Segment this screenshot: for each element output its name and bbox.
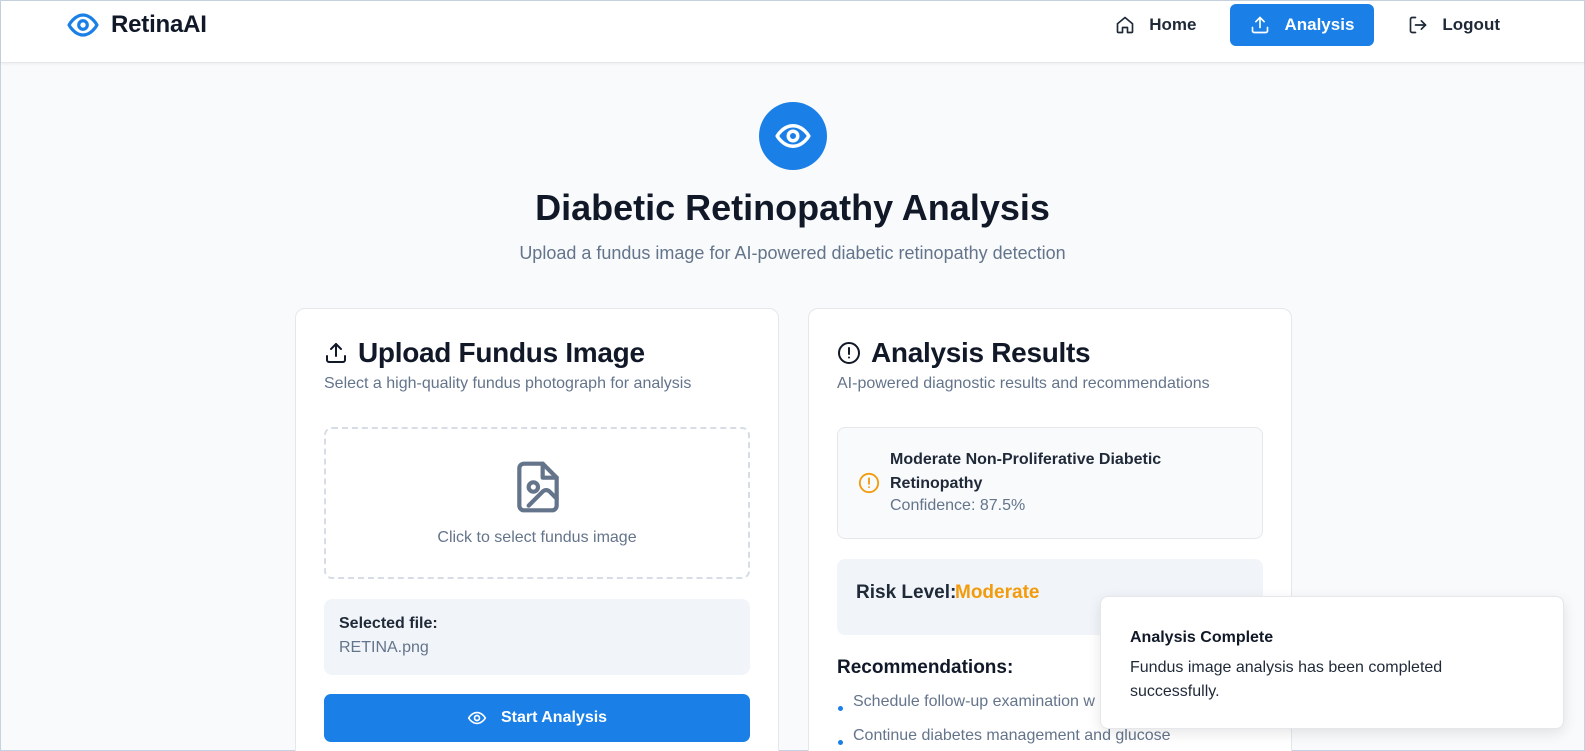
start-analysis-label: Start Analysis [500, 709, 608, 726]
main-nav: Home Analysis Logout [1095, 4, 1520, 46]
dropzone-label: Click to select fundus image [437, 529, 637, 546]
results-card-description: AI-powered diagnostic results and recomm… [837, 375, 1210, 392]
logout-icon [1410, 16, 1427, 34]
upload-card-title: Upload Fundus Image [324, 337, 645, 369]
brand-name: RetinaAI [111, 11, 207, 38]
eye-icon [775, 123, 811, 149]
toast-message: Fundus image analysis has been completed… [1130, 659, 1443, 700]
results-card-title-text: Analysis Results [871, 337, 1091, 368]
upload-icon [1252, 16, 1269, 34]
upload-card-description: Select a high-quality fundus photograph … [324, 375, 692, 392]
upload-card-title-text: Upload Fundus Image [358, 337, 645, 368]
toast-notification[interactable]: Analysis Complete Fundus image analysis … [1100, 596, 1564, 729]
nav-analysis-label: Analysis [1284, 15, 1355, 34]
results-card-title: Analysis Results [837, 337, 1091, 369]
fundus-image-dropzone[interactable]: Click to select fundus image [324, 427, 750, 579]
page-subtitle: Upload a fundus image for AI-powered dia… [519, 243, 1066, 263]
recommendation-item: Continue diabetes management and glucose [837, 727, 1171, 751]
nav-analysis[interactable]: Analysis [1230, 4, 1375, 46]
warning-circle-icon [858, 472, 880, 494]
image-file-icon [517, 461, 559, 513]
navbar: RetinaAI Home Analysis Logout [1, 1, 1584, 63]
selected-file-label: Selected file: [339, 615, 438, 632]
home-icon [1116, 16, 1134, 34]
start-analysis-button[interactable]: Start Analysis [324, 694, 750, 742]
recommendations-title: Recommendations: [837, 657, 1014, 678]
diagnosis-name: Moderate Non-Proliferative Diabetic Reti… [890, 451, 1162, 492]
risk-level-label: Risk Level: [856, 582, 957, 603]
eye-icon [467, 711, 487, 725]
nav-home-label: Home [1149, 15, 1197, 34]
risk-level-value: Moderate [955, 582, 1040, 603]
hero-badge [759, 102, 827, 170]
diagnosis-confidence: Confidence: 87.5% [890, 497, 1026, 514]
nav-logout[interactable]: Logout [1388, 4, 1520, 46]
eye-icon [67, 13, 99, 37]
upload-icon [326, 343, 346, 363]
page-title: Diabetic Retinopathy Analysis [535, 187, 1050, 228]
nav-home[interactable]: Home [1095, 4, 1216, 46]
toast-title: Analysis Complete [1130, 629, 1274, 646]
diagnosis-panel: Moderate Non-Proliferative Diabetic Reti… [837, 427, 1263, 539]
upload-card: Upload Fundus Image Select a high-qualit… [295, 308, 779, 751]
brand-logo[interactable]: RetinaAI [65, 9, 207, 41]
selected-file-name: RETINA.png [339, 639, 429, 656]
alert-circle-icon [838, 342, 860, 364]
selected-file-panel: Selected file: RETINA.png [324, 599, 750, 675]
nav-logout-label: Logout [1442, 15, 1500, 34]
